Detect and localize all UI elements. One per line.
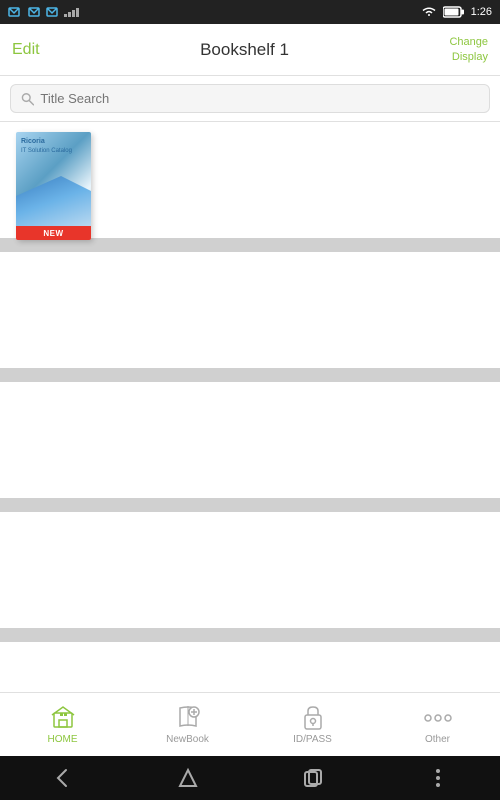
shelf-row-4: [0, 512, 500, 642]
bottom-nav: HOME NewBook ID/PASS: [0, 692, 500, 756]
home-button[interactable]: [168, 758, 208, 798]
status-right-icons: 1:26: [421, 6, 492, 18]
idpass-label: ID/PASS: [293, 734, 332, 745]
other-label: Other: [425, 734, 450, 745]
menu-button[interactable]: [418, 758, 458, 798]
status-left-icons: [8, 6, 82, 18]
book-logo: Ricoria: [21, 138, 86, 146]
status-bar: 1:26: [0, 0, 500, 24]
newbook-label: NewBook: [166, 734, 209, 745]
recents-button[interactable]: [293, 758, 333, 798]
new-badge: NEW: [43, 229, 63, 238]
home-label: HOME: [48, 734, 78, 745]
new-badge-bar: NEW: [16, 226, 91, 240]
mail-icon: [46, 6, 60, 18]
book-graphic: [16, 176, 91, 226]
nav-item-home[interactable]: HOME: [0, 698, 125, 751]
page-title: Bookshelf 1: [200, 40, 289, 60]
search-input[interactable]: [40, 91, 479, 106]
shelf-row-5: [0, 642, 500, 692]
shelf-row-3: [0, 382, 500, 512]
book-cover: Ricoria IT Solution Catalog NEW: [16, 132, 91, 240]
search-input-wrap[interactable]: [10, 84, 490, 113]
nav-item-idpass[interactable]: ID/PASS: [250, 698, 375, 751]
main-content: Ricoria IT Solution Catalog NEW: [0, 122, 500, 692]
nav-item-newbook[interactable]: NewBook: [125, 698, 250, 751]
shelf-row-2: [0, 252, 500, 382]
home-icon: [49, 704, 77, 732]
top-bar: Edit Bookshelf 1 Change Display: [0, 24, 500, 76]
book-subtitle: IT Solution Catalog: [21, 148, 86, 156]
book-item[interactable]: Ricoria IT Solution Catalog NEW: [16, 132, 91, 240]
newbook-icon: [174, 704, 202, 732]
battery-icon: [443, 6, 465, 18]
search-icon: [21, 92, 34, 106]
wifi-icon: [421, 6, 437, 18]
android-bar: [0, 756, 500, 800]
idpass-icon: [299, 704, 327, 732]
change-display-button[interactable]: Change Display: [449, 35, 488, 64]
search-bar: [0, 76, 500, 122]
edit-button[interactable]: Edit: [12, 41, 40, 59]
notification-icon: [8, 6, 24, 18]
back-button[interactable]: [43, 758, 83, 798]
signal-icon: [64, 7, 82, 17]
other-icon: [424, 704, 452, 732]
time-display: 1:26: [471, 6, 492, 18]
shelf-row-1: Ricoria IT Solution Catalog NEW: [0, 122, 500, 252]
nav-item-other[interactable]: Other: [375, 698, 500, 751]
check-icon: [28, 6, 42, 18]
